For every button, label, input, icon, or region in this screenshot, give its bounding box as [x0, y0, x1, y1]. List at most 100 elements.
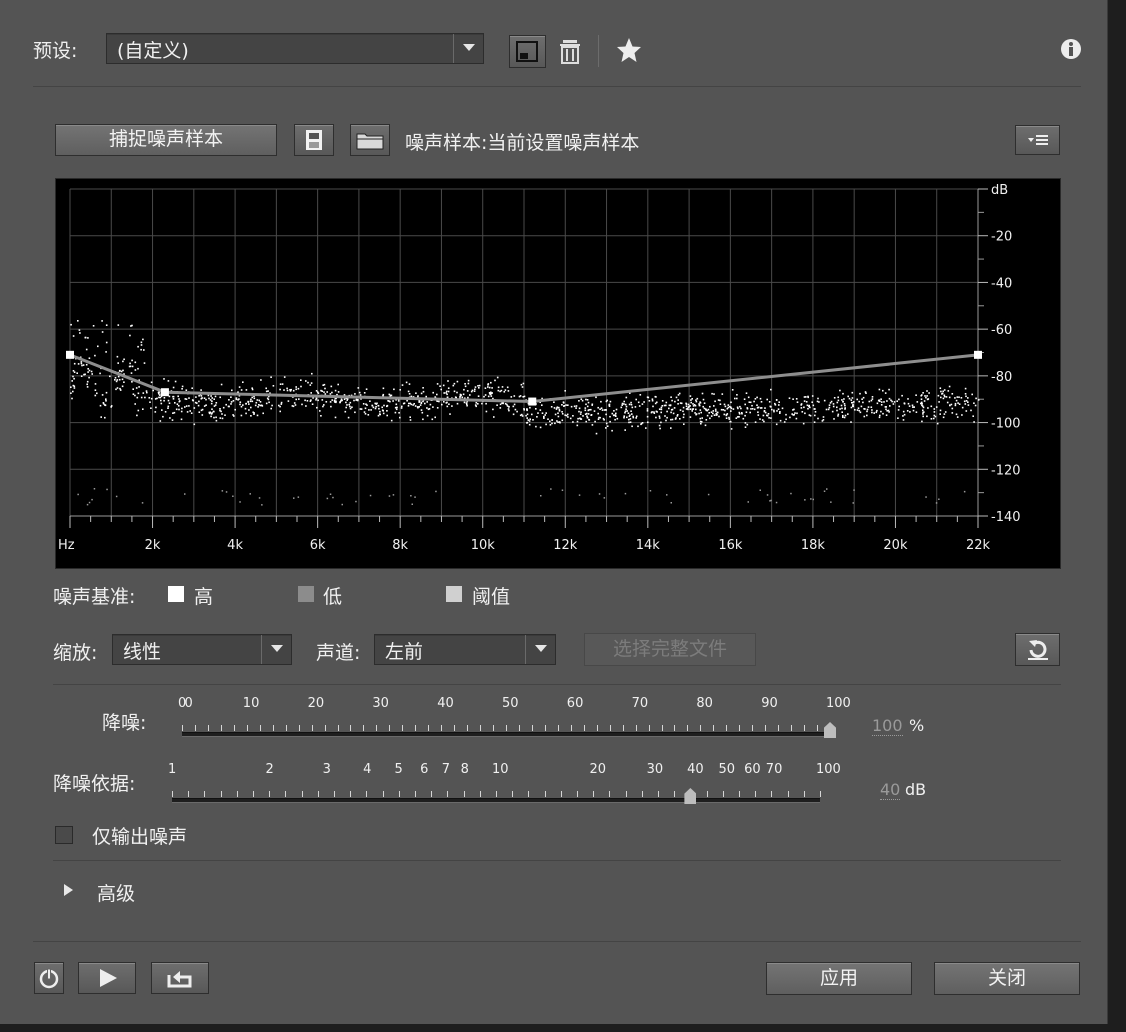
threshold-control-point[interactable] — [160, 388, 169, 397]
noise-floor-dot — [514, 408, 517, 411]
noise-floor-dot — [138, 386, 140, 388]
noise-floor-dot — [97, 345, 99, 348]
noise-floor-dot — [271, 404, 273, 407]
threshold-control-point[interactable] — [66, 350, 74, 359]
slider-tick — [739, 791, 740, 797]
slider-tick — [194, 725, 196, 731]
noise-floor-dot — [132, 393, 135, 395]
save-preset-button[interactable] — [509, 35, 546, 68]
noise-floor-dot — [484, 394, 487, 396]
noise-floor-dot — [876, 409, 878, 412]
loop-toggle-button[interactable] — [151, 962, 209, 994]
noise-floor-dot — [123, 381, 125, 383]
noise-floor-dot — [876, 402, 879, 405]
scale-dropdown[interactable]: 线性 — [112, 634, 292, 665]
panel-menu-button[interactable] — [1015, 125, 1060, 155]
slider-track[interactable] — [172, 798, 820, 803]
noise-floor-dot — [456, 391, 458, 394]
noise-floor-dot — [711, 392, 713, 395]
preset-dropdown[interactable]: (自定义) — [106, 33, 484, 64]
noise-floor-dot — [137, 345, 139, 348]
favorite-button[interactable] — [615, 36, 643, 64]
noise-floor-dot — [557, 412, 559, 414]
close-button[interactable]: 关闭 — [934, 962, 1080, 995]
noise-floor-dot — [587, 401, 590, 404]
save-noise-print-button[interactable] — [294, 124, 334, 156]
noise-floor-dot — [543, 415, 545, 418]
noise-floor-dot — [121, 378, 124, 381]
noise-floor-dot — [329, 393, 332, 395]
slider-thumb[interactable] — [824, 722, 836, 738]
noise-floor-dot — [651, 398, 654, 400]
noise-reduction-value[interactable]: 100 — [872, 716, 903, 736]
noise-floor-dot — [646, 415, 649, 418]
load-noise-print-button[interactable] — [350, 124, 390, 156]
noise-floor-dot — [698, 412, 700, 415]
noise-floor-dot — [365, 403, 367, 405]
noise-floor-dot — [605, 427, 607, 429]
noise-graph[interactable]: dB -20 -40 -60 -80 -100 -120 -140 Hz 2k 4k 6k 8k 10k 1… — [55, 178, 1061, 569]
reduce-by-slider[interactable]: 1 2 3 4 5 6 7 8 10 20 30 40 50 60 70 100 — [160, 762, 841, 810]
noise-floor-dot — [631, 425, 633, 428]
noise-floor-dot — [93, 488, 96, 490]
slider-tick-label: 3 — [322, 762, 331, 777]
noise-floor-dot — [766, 494, 769, 496]
noise-floor-dot — [734, 397, 736, 400]
noise-floor-dot — [768, 417, 770, 419]
noise-floor-dot — [181, 407, 183, 410]
noise-reduction-slider[interactable]: 0 0 10 20 30 40 50 60 70 80 90 100 — [170, 696, 851, 744]
threshold-control-point[interactable] — [528, 397, 537, 406]
noise-floor-dot — [513, 403, 516, 406]
noise-floor-dot — [78, 329, 81, 331]
noise-floor-dot — [137, 367, 139, 370]
noise-floor-dot — [698, 404, 701, 407]
noise-floor-dot — [464, 385, 467, 388]
noise-floor-dot — [446, 405, 449, 408]
preview-play-button[interactable] — [78, 962, 136, 994]
reduce-by-value[interactable]: 40 — [880, 780, 901, 800]
noise-floor-dot — [882, 412, 884, 415]
noise-floor-dot — [250, 398, 252, 401]
noise-floor-dot — [591, 403, 594, 406]
threshold-control-point[interactable] — [974, 350, 982, 359]
slider-tick-label: 40 — [687, 762, 704, 777]
info-button[interactable] — [1059, 37, 1083, 61]
noise-floor-dot — [907, 398, 909, 400]
reset-button[interactable] — [1015, 633, 1060, 666]
noise-floor-dot — [213, 398, 215, 400]
power-button[interactable] — [34, 962, 64, 994]
noise-floor-dot — [628, 415, 631, 417]
noise-floor-dot — [757, 411, 759, 413]
delete-preset-button[interactable] — [558, 37, 582, 67]
slider-tick — [246, 725, 248, 731]
slider-tick — [752, 725, 754, 731]
slider-tick — [787, 791, 789, 797]
capture-noise-print-button[interactable]: 捕捉噪声样本 — [55, 124, 277, 156]
noise-floor-dot — [394, 411, 397, 414]
noise-floor-dot — [201, 414, 204, 416]
noise-floor-dot — [292, 405, 295, 408]
noise-floor-dot — [440, 388, 442, 391]
advanced-toggle[interactable]: 高级 — [97, 879, 135, 906]
noise-floor-dot — [898, 398, 900, 401]
select-entire-file-button[interactable]: 选择完整文件 — [584, 633, 756, 666]
noise-graph-plot: dB -20 -40 -60 -80 -100 -120 -140 Hz 2k 4k 6k 8k 10k 1… — [58, 183, 1021, 553]
noise-floor-dot — [888, 388, 890, 391]
slider-tick — [350, 725, 352, 731]
channel-dropdown[interactable]: 左前 — [374, 634, 556, 665]
noise-floor-dot — [649, 490, 652, 492]
expand-triangle-icon[interactable] — [64, 884, 73, 896]
slider-thumb[interactable] — [684, 788, 697, 804]
noise-floor-dot — [723, 413, 726, 416]
apply-button[interactable]: 应用 — [766, 962, 912, 995]
noise-floor-dot — [921, 420, 923, 423]
noise-floor-dot — [660, 421, 662, 424]
noise-floor-dot — [833, 418, 835, 420]
noise-floor-dot — [866, 410, 868, 413]
output-noise-only-checkbox[interactable] — [55, 826, 73, 844]
noise-floor-dot — [158, 394, 161, 396]
noise-floor-dot — [99, 372, 101, 375]
noise-floor-dot — [974, 404, 977, 407]
noise-floor-dot — [399, 416, 401, 419]
slider-track[interactable] — [182, 732, 830, 737]
